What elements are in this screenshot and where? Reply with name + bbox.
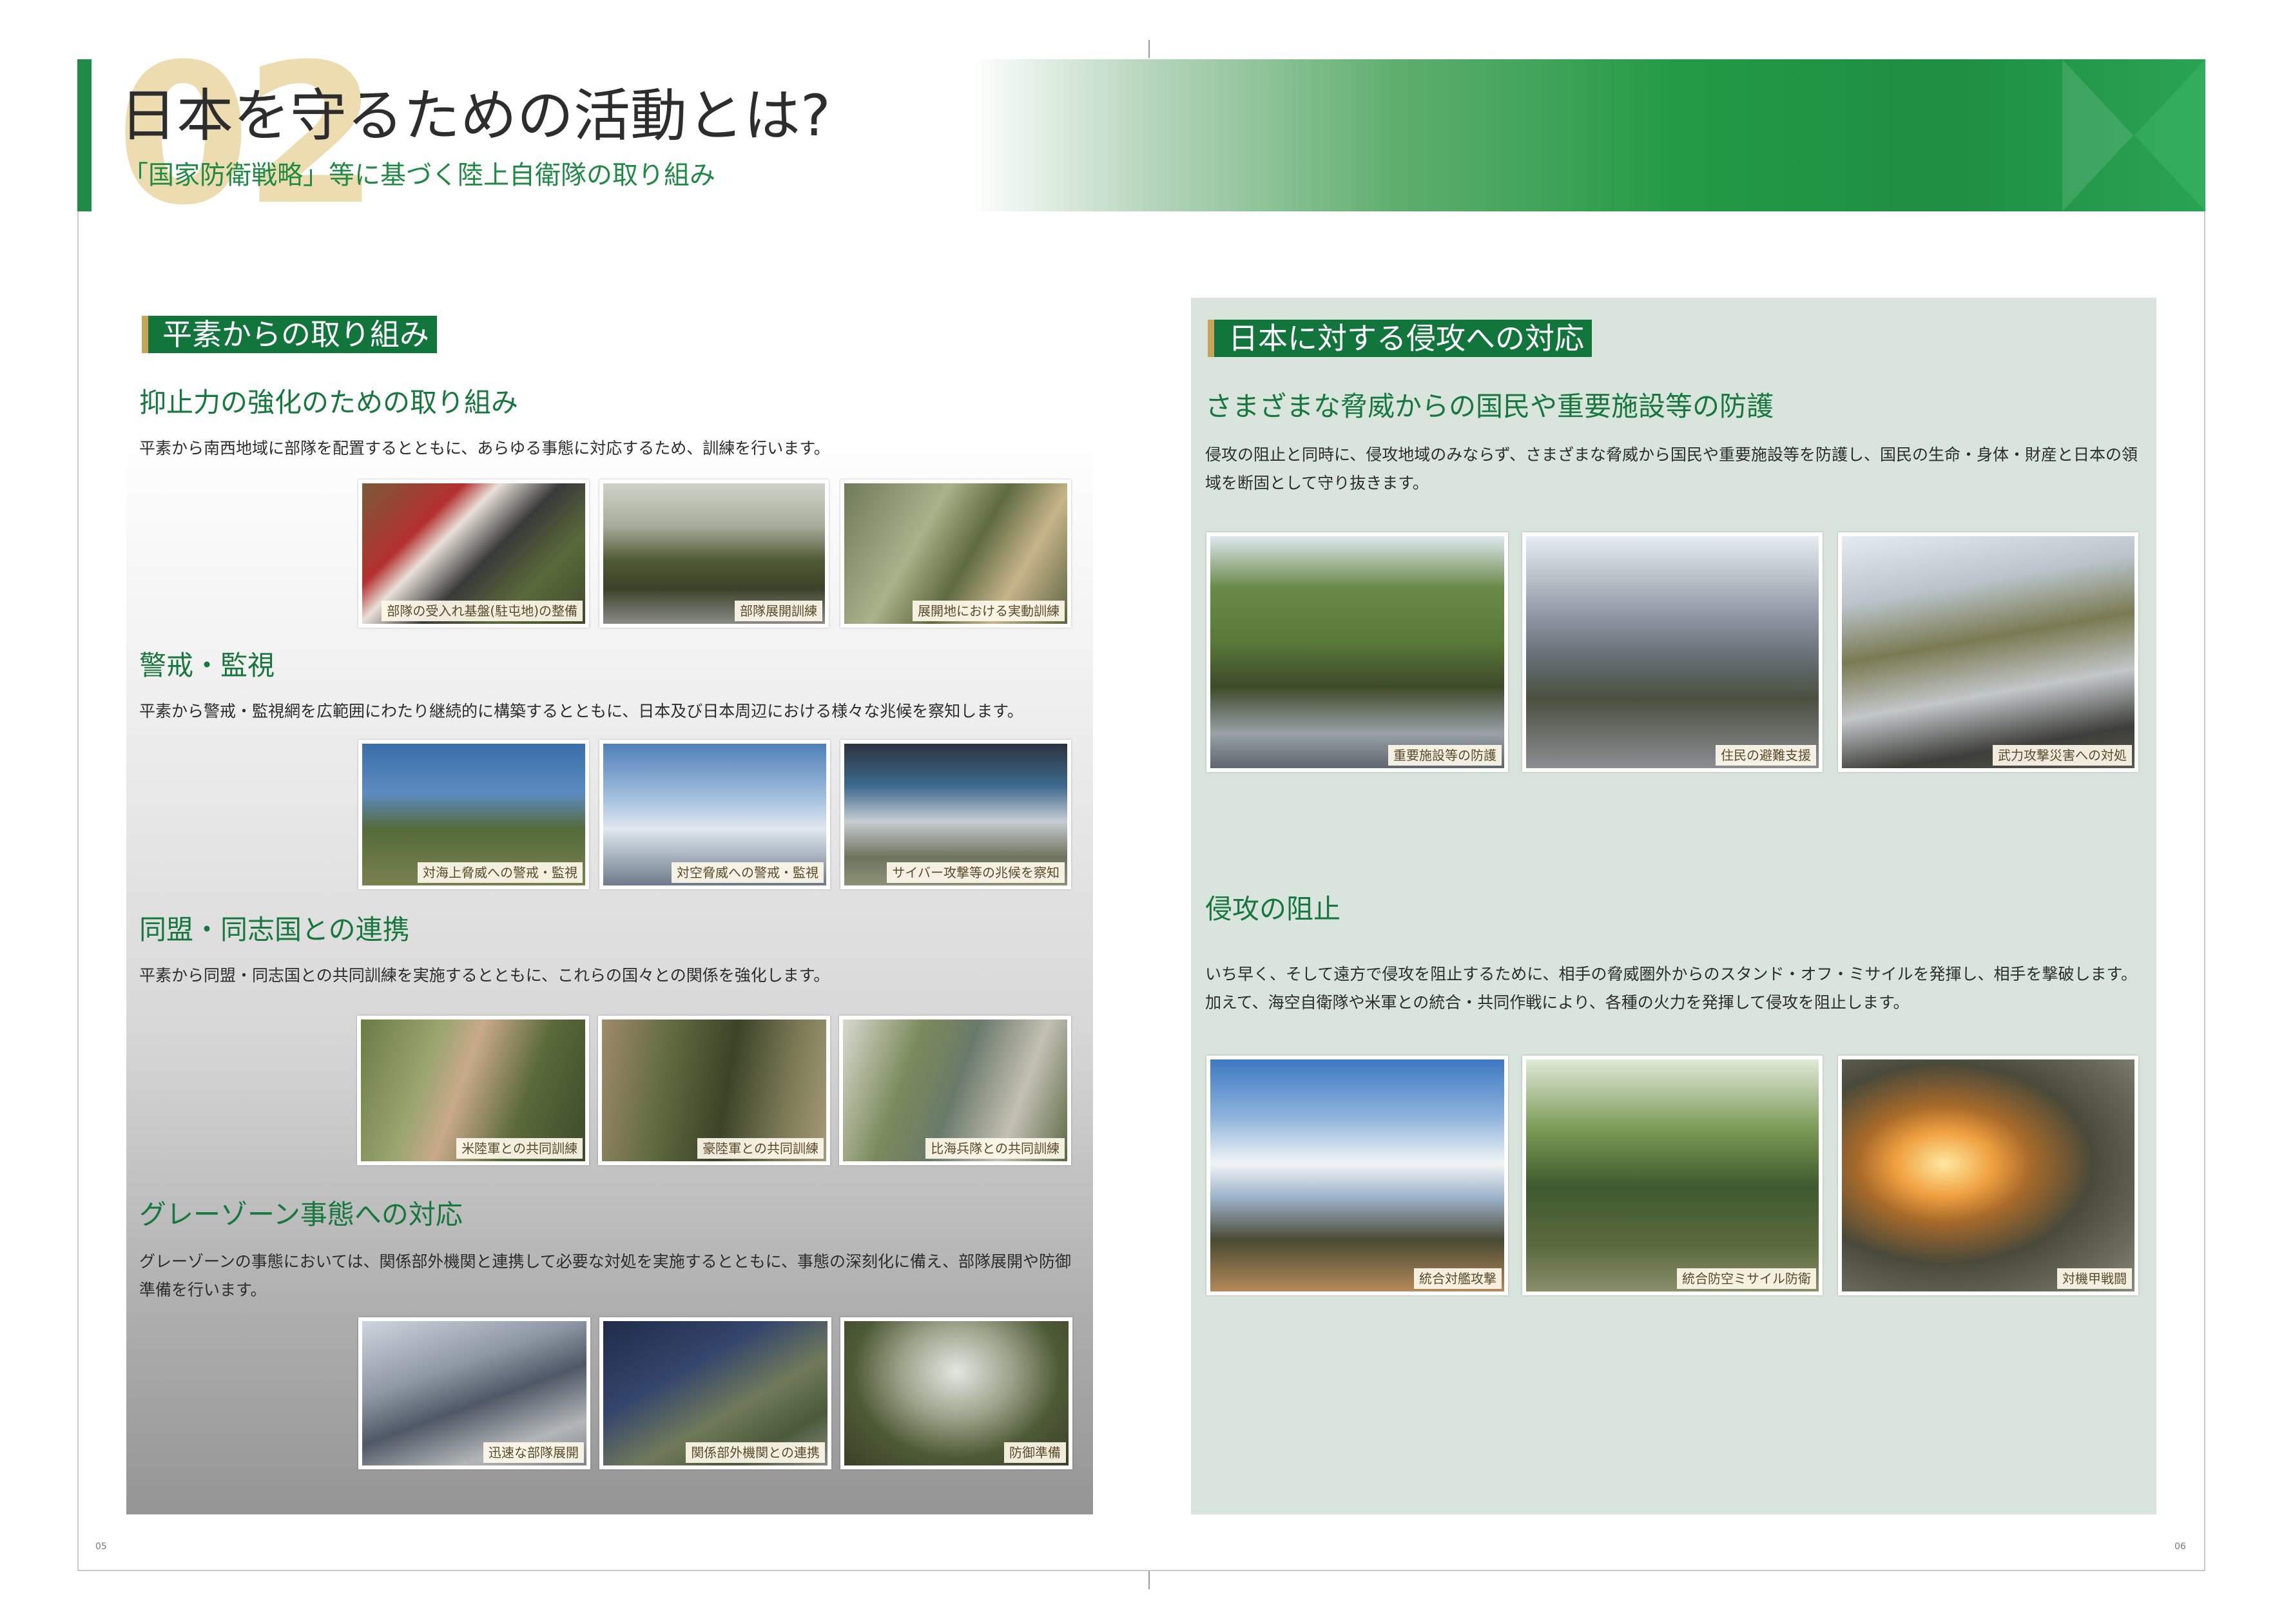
photo-card: 迅速な部隊展開 [358, 1317, 590, 1469]
photo-card: 統合対艦攻撃 [1206, 1056, 1508, 1295]
header-diamond-decoration [2062, 59, 2205, 211]
photo-card: 住民の避難支援 [1522, 532, 1823, 772]
photo-card: 展開地における実動訓練 [840, 479, 1071, 628]
photo-card: 関係部外機関との連携 [599, 1317, 831, 1469]
left-section-label: 平素からの取り組み [142, 316, 437, 353]
photo-caption: 比海兵隊との共同訓練 [925, 1138, 1065, 1159]
photo-card: サイバー攻撃等の兆候を察知 [840, 740, 1071, 889]
crop-mark-bottom [1148, 1571, 1150, 1589]
photo-card: 統合防空ミサイル防衛 [1522, 1056, 1823, 1295]
photo-caption: 統合防空ミサイル防衛 [1677, 1268, 1816, 1289]
photo-caption: 武力攻撃災害への対処 [1993, 745, 2132, 766]
right-heading-protection: さまざまな脅威からの国民や重要施設等の防護 [1205, 391, 1774, 422]
photo-caption: 住民の避難支援 [1716, 745, 1816, 766]
photo-card: 米陸軍との共同訓練 [357, 1016, 589, 1165]
photo-caption: 対空脅威への警戒・監視 [672, 862, 824, 883]
left-text-alliance: 平素から同盟・同志国との共同訓練を実施するとともに、これらの国々との関係を強化し… [139, 966, 830, 985]
page-title: 日本を守るための活動とは? [120, 82, 831, 149]
photo-armored-combat [1842, 1059, 2134, 1291]
photo-card: 対海上脅威への警戒・監視 [358, 740, 589, 889]
right-heading-prevention: 侵攻の阻止 [1205, 893, 1341, 925]
photo-card: 対機甲戦闘 [1838, 1056, 2138, 1295]
photo-facility-protection [1210, 536, 1504, 768]
left-text-grayzone: グレーゾーンの事態においては、関係部外機関と連携して必要な対処を実施するとともに… [139, 1252, 1072, 1299]
photo-caption: 展開地における実動訓練 [913, 601, 1065, 621]
crop-mark-top [1148, 40, 1150, 58]
photo-caption: 豪陸軍との共同訓練 [697, 1138, 824, 1159]
left-heading-alliance: 同盟・同志国との連携 [139, 914, 410, 945]
page-subtitle: 「国家防衛戦略」等に基づく陸上自衛隊の取り組み [122, 160, 715, 190]
photo-card: 重要施設等の防護 [1206, 532, 1508, 772]
photo-card: 部隊展開訓練 [599, 479, 829, 628]
left-heading-deterrence: 抑止力の強化のための取り組み [139, 387, 519, 418]
photo-anti-ship [1210, 1059, 1504, 1291]
photo-caption: 対機甲戦闘 [2057, 1268, 2132, 1289]
photo-caption: 防御準備 [1004, 1442, 1066, 1463]
photo-card: 武力攻撃災害への対処 [1838, 532, 2138, 772]
photo-caption: 対海上脅威への警戒・監視 [418, 862, 583, 883]
photo-caption: 統合対艦攻撃 [1414, 1268, 1502, 1289]
photo-caption: 重要施設等の防護 [1388, 745, 1502, 766]
photo-card: 豪陸軍との共同訓練 [598, 1016, 830, 1165]
page-number-left: 05 [95, 1542, 107, 1552]
photo-evacuation [1526, 536, 1819, 768]
header-accent-bar [77, 59, 92, 211]
photo-card: 部隊の受入れ基盤(駐屯地)の整備 [358, 479, 589, 628]
left-heading-grayzone: グレーゾーン事態への対応 [139, 1199, 463, 1230]
right-text-protection: 侵攻の阻止と同時に、侵攻地域のみならず、さまざまな脅威から国民や重要施設等を防護… [1205, 445, 2138, 492]
right-text-prevention: いち早く、そして遠方で侵攻を阻止するために、相手の脅威圏外からのスタンド・オフ・… [1205, 965, 2138, 1012]
photo-air-missile-defense [1526, 1059, 1819, 1291]
photo-card: 比海兵隊との共同訓練 [839, 1016, 1071, 1165]
photo-caption: 迅速な部隊展開 [483, 1442, 584, 1463]
right-section-label: 日本に対する侵攻への対応 [1208, 320, 1592, 357]
photo-caption: 部隊展開訓練 [735, 601, 822, 621]
photo-caption: サイバー攻撃等の兆候を察知 [887, 862, 1065, 883]
left-heading-surveillance: 警戒・監視 [139, 650, 275, 681]
page-number-right: 06 [2174, 1542, 2186, 1552]
photo-card: 防御準備 [840, 1317, 1072, 1469]
photo-caption: 部隊の受入れ基盤(駐屯地)の整備 [382, 601, 583, 621]
photo-card: 対空脅威への警戒・監視 [599, 740, 830, 889]
left-text-surveillance: 平素から警戒・監視網を広範囲にわたり継続的に構築するとともに、日本及び日本周辺に… [139, 702, 1023, 720]
photo-caption: 関係部外機関との連携 [686, 1442, 825, 1463]
left-text-deterrence: 平素から南西地域に部隊を配置するとともに、あらゆる事態に対応するため、訓練を行い… [139, 439, 830, 458]
photo-decontamination [1842, 536, 2134, 768]
photo-caption: 米陸軍との共同訓練 [456, 1138, 583, 1159]
